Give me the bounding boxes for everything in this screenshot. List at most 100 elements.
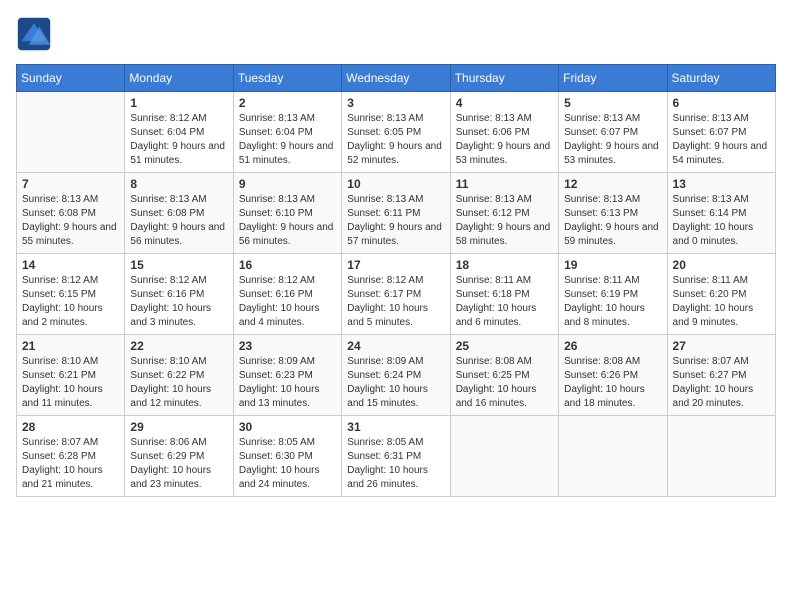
calendar-cell [559, 416, 667, 497]
calendar-cell: 12 Sunrise: 8:13 AMSunset: 6:13 PMDaylig… [559, 173, 667, 254]
day-info: Sunrise: 8:13 AMSunset: 6:05 PMDaylight:… [347, 112, 444, 168]
day-info: Sunrise: 8:13 AMSunset: 6:13 PMDaylight:… [564, 193, 661, 249]
calendar-cell: 9 Sunrise: 8:13 AMSunset: 6:10 PMDayligh… [233, 173, 341, 254]
calendar-cell: 30 Sunrise: 8:05 AMSunset: 6:30 PMDaylig… [233, 416, 341, 497]
day-info: Sunrise: 8:11 AMSunset: 6:19 PMDaylight:… [564, 274, 661, 330]
calendar-cell: 8 Sunrise: 8:13 AMSunset: 6:08 PMDayligh… [125, 173, 233, 254]
day-info: Sunrise: 8:12 AMSunset: 6:16 PMDaylight:… [130, 274, 227, 330]
day-info: Sunrise: 8:12 AMSunset: 6:17 PMDaylight:… [347, 274, 444, 330]
day-number: 14 [22, 258, 119, 272]
day-info: Sunrise: 8:10 AMSunset: 6:21 PMDaylight:… [22, 355, 119, 411]
calendar-cell [17, 92, 125, 173]
calendar-cell: 31 Sunrise: 8:05 AMSunset: 6:31 PMDaylig… [342, 416, 450, 497]
day-info: Sunrise: 8:08 AMSunset: 6:25 PMDaylight:… [456, 355, 553, 411]
day-number: 25 [456, 339, 553, 353]
day-info: Sunrise: 8:12 AMSunset: 6:16 PMDaylight:… [239, 274, 336, 330]
header-thursday: Thursday [450, 65, 558, 92]
calendar-cell: 25 Sunrise: 8:08 AMSunset: 6:25 PMDaylig… [450, 335, 558, 416]
calendar-cell: 15 Sunrise: 8:12 AMSunset: 6:16 PMDaylig… [125, 254, 233, 335]
header-sunday: Sunday [17, 65, 125, 92]
day-info: Sunrise: 8:06 AMSunset: 6:29 PMDaylight:… [130, 436, 227, 492]
calendar-cell: 3 Sunrise: 8:13 AMSunset: 6:05 PMDayligh… [342, 92, 450, 173]
day-number: 24 [347, 339, 444, 353]
calendar-cell: 17 Sunrise: 8:12 AMSunset: 6:17 PMDaylig… [342, 254, 450, 335]
day-info: Sunrise: 8:11 AMSunset: 6:20 PMDaylight:… [673, 274, 770, 330]
day-info: Sunrise: 8:10 AMSunset: 6:22 PMDaylight:… [130, 355, 227, 411]
header-saturday: Saturday [667, 65, 775, 92]
day-number: 9 [239, 177, 336, 191]
calendar-cell: 7 Sunrise: 8:13 AMSunset: 6:08 PMDayligh… [17, 173, 125, 254]
calendar-week-row: 14 Sunrise: 8:12 AMSunset: 6:15 PMDaylig… [17, 254, 776, 335]
day-info: Sunrise: 8:13 AMSunset: 6:12 PMDaylight:… [456, 193, 553, 249]
calendar-cell: 24 Sunrise: 8:09 AMSunset: 6:24 PMDaylig… [342, 335, 450, 416]
day-info: Sunrise: 8:12 AMSunset: 6:04 PMDaylight:… [130, 112, 227, 168]
page-header [16, 16, 776, 52]
day-number: 8 [130, 177, 227, 191]
day-info: Sunrise: 8:13 AMSunset: 6:07 PMDaylight:… [673, 112, 770, 168]
calendar-cell: 19 Sunrise: 8:11 AMSunset: 6:19 PMDaylig… [559, 254, 667, 335]
day-number: 19 [564, 258, 661, 272]
day-info: Sunrise: 8:13 AMSunset: 6:06 PMDaylight:… [456, 112, 553, 168]
calendar-cell: 20 Sunrise: 8:11 AMSunset: 6:20 PMDaylig… [667, 254, 775, 335]
day-number: 21 [22, 339, 119, 353]
day-info: Sunrise: 8:13 AMSunset: 6:11 PMDaylight:… [347, 193, 444, 249]
day-info: Sunrise: 8:13 AMSunset: 6:07 PMDaylight:… [564, 112, 661, 168]
day-number: 11 [456, 177, 553, 191]
calendar-cell: 18 Sunrise: 8:11 AMSunset: 6:18 PMDaylig… [450, 254, 558, 335]
calendar-cell: 11 Sunrise: 8:13 AMSunset: 6:12 PMDaylig… [450, 173, 558, 254]
day-number: 6 [673, 96, 770, 110]
day-number: 15 [130, 258, 227, 272]
calendar-week-row: 28 Sunrise: 8:07 AMSunset: 6:28 PMDaylig… [17, 416, 776, 497]
day-number: 10 [347, 177, 444, 191]
day-info: Sunrise: 8:13 AMSunset: 6:08 PMDaylight:… [130, 193, 227, 249]
calendar-header-row: SundayMondayTuesdayWednesdayThursdayFrid… [17, 65, 776, 92]
header-monday: Monday [125, 65, 233, 92]
day-info: Sunrise: 8:05 AMSunset: 6:30 PMDaylight:… [239, 436, 336, 492]
day-number: 20 [673, 258, 770, 272]
day-info: Sunrise: 8:05 AMSunset: 6:31 PMDaylight:… [347, 436, 444, 492]
day-number: 31 [347, 420, 444, 434]
day-number: 28 [22, 420, 119, 434]
day-number: 29 [130, 420, 227, 434]
calendar-cell: 13 Sunrise: 8:13 AMSunset: 6:14 PMDaylig… [667, 173, 775, 254]
calendar-cell [667, 416, 775, 497]
day-number: 23 [239, 339, 336, 353]
calendar-cell: 5 Sunrise: 8:13 AMSunset: 6:07 PMDayligh… [559, 92, 667, 173]
header-friday: Friday [559, 65, 667, 92]
day-number: 1 [130, 96, 227, 110]
day-info: Sunrise: 8:13 AMSunset: 6:10 PMDaylight:… [239, 193, 336, 249]
day-number: 12 [564, 177, 661, 191]
day-number: 3 [347, 96, 444, 110]
day-info: Sunrise: 8:13 AMSunset: 6:04 PMDaylight:… [239, 112, 336, 168]
calendar-cell: 6 Sunrise: 8:13 AMSunset: 6:07 PMDayligh… [667, 92, 775, 173]
calendar-cell: 23 Sunrise: 8:09 AMSunset: 6:23 PMDaylig… [233, 335, 341, 416]
day-number: 30 [239, 420, 336, 434]
calendar-cell: 27 Sunrise: 8:07 AMSunset: 6:27 PMDaylig… [667, 335, 775, 416]
logo-icon [16, 16, 52, 52]
calendar-cell: 2 Sunrise: 8:13 AMSunset: 6:04 PMDayligh… [233, 92, 341, 173]
calendar-cell: 26 Sunrise: 8:08 AMSunset: 6:26 PMDaylig… [559, 335, 667, 416]
day-info: Sunrise: 8:09 AMSunset: 6:23 PMDaylight:… [239, 355, 336, 411]
day-number: 5 [564, 96, 661, 110]
day-info: Sunrise: 8:11 AMSunset: 6:18 PMDaylight:… [456, 274, 553, 330]
calendar-cell: 10 Sunrise: 8:13 AMSunset: 6:11 PMDaylig… [342, 173, 450, 254]
day-info: Sunrise: 8:13 AMSunset: 6:08 PMDaylight:… [22, 193, 119, 249]
calendar-week-row: 7 Sunrise: 8:13 AMSunset: 6:08 PMDayligh… [17, 173, 776, 254]
calendar-cell: 21 Sunrise: 8:10 AMSunset: 6:21 PMDaylig… [17, 335, 125, 416]
calendar-week-row: 21 Sunrise: 8:10 AMSunset: 6:21 PMDaylig… [17, 335, 776, 416]
day-number: 18 [456, 258, 553, 272]
day-number: 16 [239, 258, 336, 272]
day-info: Sunrise: 8:07 AMSunset: 6:28 PMDaylight:… [22, 436, 119, 492]
day-number: 2 [239, 96, 336, 110]
day-info: Sunrise: 8:07 AMSunset: 6:27 PMDaylight:… [673, 355, 770, 411]
logo [16, 16, 56, 52]
calendar-cell: 16 Sunrise: 8:12 AMSunset: 6:16 PMDaylig… [233, 254, 341, 335]
calendar-cell: 29 Sunrise: 8:06 AMSunset: 6:29 PMDaylig… [125, 416, 233, 497]
calendar-cell: 1 Sunrise: 8:12 AMSunset: 6:04 PMDayligh… [125, 92, 233, 173]
day-info: Sunrise: 8:08 AMSunset: 6:26 PMDaylight:… [564, 355, 661, 411]
day-number: 17 [347, 258, 444, 272]
day-number: 27 [673, 339, 770, 353]
calendar-cell: 28 Sunrise: 8:07 AMSunset: 6:28 PMDaylig… [17, 416, 125, 497]
calendar-week-row: 1 Sunrise: 8:12 AMSunset: 6:04 PMDayligh… [17, 92, 776, 173]
calendar-cell: 22 Sunrise: 8:10 AMSunset: 6:22 PMDaylig… [125, 335, 233, 416]
